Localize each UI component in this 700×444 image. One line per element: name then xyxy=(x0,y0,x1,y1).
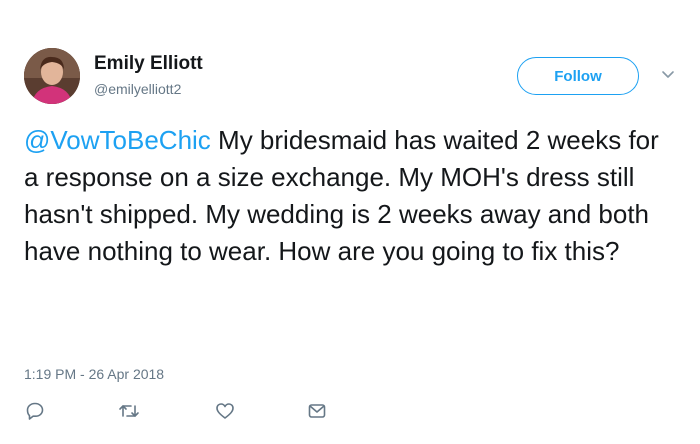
follow-button[interactable]: Follow xyxy=(517,57,639,95)
author-display-name[interactable]: Emily Elliott xyxy=(94,52,203,76)
like-icon[interactable] xyxy=(214,400,236,422)
author-handle[interactable]: @emilyelliott2 xyxy=(94,80,181,98)
retweet-icon[interactable] xyxy=(118,400,140,422)
tweet-timestamp[interactable]: 1:19 PM - 26 Apr 2018 xyxy=(24,365,164,383)
avatar-photo xyxy=(24,48,80,104)
tweet-text: @VowToBeChic My bridesmaid has waited 2 … xyxy=(24,122,674,270)
avatar[interactable] xyxy=(24,48,80,104)
direct-message-icon[interactable] xyxy=(306,400,328,422)
tweet-mention-link[interactable]: @VowToBeChic xyxy=(24,125,211,155)
reply-icon[interactable] xyxy=(24,400,46,422)
chevron-down-icon[interactable] xyxy=(660,67,676,83)
